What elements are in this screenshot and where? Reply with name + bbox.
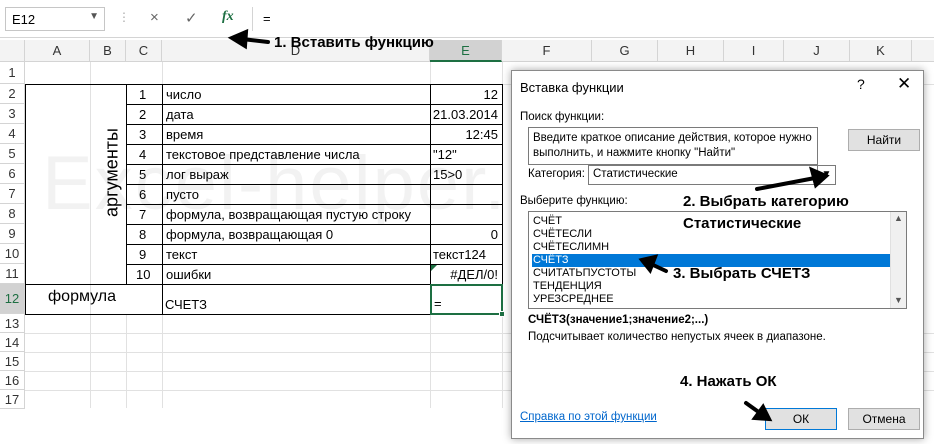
annotation-arrows [227,28,830,422]
arrow-icon [638,254,668,274]
arrow-icon [755,166,830,191]
arrow-icon [227,28,270,50]
arrow-icon [744,401,773,422]
